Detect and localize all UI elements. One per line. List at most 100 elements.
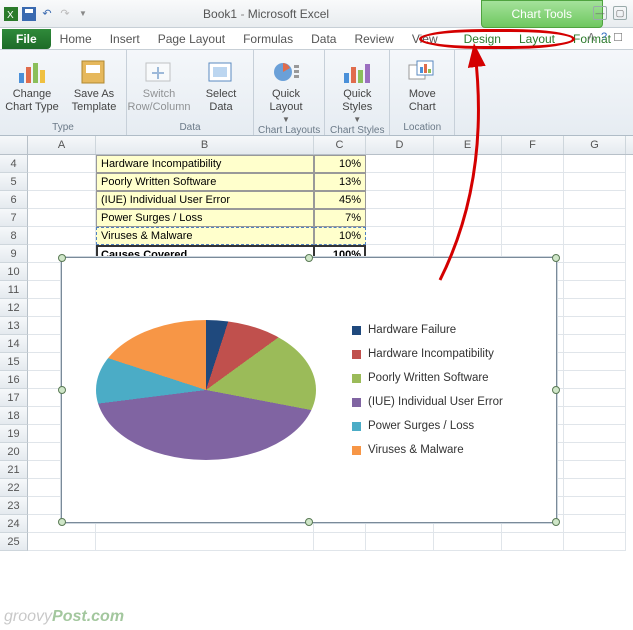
cell[interactable] <box>434 209 502 227</box>
row-header[interactable]: 24 <box>0 515 28 533</box>
cell[interactable] <box>564 497 626 515</box>
tab-home[interactable]: Home <box>51 29 101 49</box>
cell[interactable] <box>564 515 626 533</box>
row-header[interactable]: 6 <box>0 191 28 209</box>
cell[interactable]: 7% <box>314 209 366 227</box>
row-header[interactable]: 7 <box>0 209 28 227</box>
cell[interactable] <box>434 227 502 245</box>
col-header-e[interactable]: E <box>434 136 502 154</box>
row-header[interactable]: 8 <box>0 227 28 245</box>
cell[interactable]: 10% <box>314 155 366 173</box>
col-header-a[interactable]: A <box>28 136 96 154</box>
cell[interactable] <box>28 191 96 209</box>
cell[interactable] <box>564 443 626 461</box>
legend-item[interactable]: Power Surges / Loss <box>352 414 503 438</box>
cell[interactable] <box>564 191 626 209</box>
cell[interactable] <box>96 533 314 551</box>
col-header-d[interactable]: D <box>366 136 434 154</box>
switch-row-column-button[interactable]: Switch Row/Column <box>131 52 187 121</box>
cell[interactable] <box>502 209 564 227</box>
cell[interactable] <box>502 191 564 209</box>
cell[interactable]: Power Surges / Loss <box>96 209 314 227</box>
cell[interactable] <box>564 461 626 479</box>
row-header[interactable]: 22 <box>0 479 28 497</box>
cell[interactable] <box>564 245 626 263</box>
row-header[interactable]: 10 <box>0 263 28 281</box>
cell[interactable] <box>434 173 502 191</box>
cell[interactable] <box>366 227 434 245</box>
cell[interactable] <box>564 425 626 443</box>
tab-layout[interactable]: Layout <box>510 29 564 49</box>
cell[interactable] <box>564 353 626 371</box>
row-header[interactable]: 25 <box>0 533 28 551</box>
chart-legend[interactable]: Hardware FailureHardware Incompatibility… <box>352 318 503 462</box>
cell[interactable]: 45% <box>314 191 366 209</box>
cell[interactable] <box>564 155 626 173</box>
row-header[interactable]: 18 <box>0 407 28 425</box>
cell[interactable] <box>28 227 96 245</box>
help-icon[interactable]: ? <box>601 31 607 44</box>
legend-item[interactable]: Poorly Written Software <box>352 366 503 390</box>
row-header[interactable]: 13 <box>0 317 28 335</box>
tab-view[interactable]: View <box>403 29 447 49</box>
quick-layout-button[interactable]: Quick Layout ▼ <box>258 52 314 124</box>
row-header[interactable]: 9 <box>0 245 28 263</box>
row-header[interactable]: 11 <box>0 281 28 299</box>
cell[interactable] <box>564 407 626 425</box>
cell[interactable] <box>314 533 366 551</box>
cell[interactable] <box>564 209 626 227</box>
row-header[interactable]: 14 <box>0 335 28 353</box>
qat-dropdown-icon[interactable]: ▼ <box>76 7 90 21</box>
col-header-b[interactable]: B <box>96 136 314 154</box>
tab-insert[interactable]: Insert <box>101 29 149 49</box>
cell[interactable] <box>28 533 96 551</box>
cell[interactable]: 13% <box>314 173 366 191</box>
cell[interactable]: Viruses & Malware <box>96 227 314 245</box>
cell[interactable]: Poorly Written Software <box>96 173 314 191</box>
undo-icon[interactable]: ↶ <box>40 7 54 21</box>
restore-button[interactable]: ▢ <box>613 6 627 20</box>
cell[interactable] <box>502 173 564 191</box>
tab-data[interactable]: Data <box>302 29 345 49</box>
legend-item[interactable]: Hardware Incompatibility <box>352 342 503 366</box>
cell[interactable] <box>434 155 502 173</box>
row-header[interactable]: 19 <box>0 425 28 443</box>
row-header[interactable]: 16 <box>0 371 28 389</box>
cell[interactable] <box>564 281 626 299</box>
select-all-corner[interactable] <box>0 136 28 154</box>
row-header[interactable]: 4 <box>0 155 28 173</box>
legend-item[interactable]: Viruses & Malware <box>352 438 503 462</box>
window-close-icon[interactable]: ☐ <box>613 31 623 44</box>
cell[interactable] <box>564 335 626 353</box>
pie-chart[interactable] <box>76 290 346 490</box>
quick-styles-button[interactable]: Quick Styles ▼ <box>329 52 385 124</box>
cell[interactable] <box>28 155 96 173</box>
row-header[interactable]: 15 <box>0 353 28 371</box>
tab-page-layout[interactable]: Page Layout <box>149 29 234 49</box>
cell[interactable] <box>366 533 434 551</box>
select-data-button[interactable]: Select Data <box>193 52 249 121</box>
cell[interactable] <box>564 317 626 335</box>
cell[interactable] <box>434 191 502 209</box>
save-as-template-button[interactable]: Save As Template <box>66 52 122 121</box>
cell[interactable] <box>564 263 626 281</box>
cell[interactable] <box>434 533 502 551</box>
tab-file[interactable]: File <box>2 29 51 49</box>
cell[interactable] <box>28 209 96 227</box>
row-header[interactable]: 17 <box>0 389 28 407</box>
tab-review[interactable]: Review <box>345 29 402 49</box>
change-chart-type-button[interactable]: Change Chart Type <box>4 52 60 121</box>
move-chart-button[interactable]: Move Chart <box>394 52 450 121</box>
cell[interactable] <box>366 155 434 173</box>
row-header[interactable]: 12 <box>0 299 28 317</box>
cell[interactable] <box>366 173 434 191</box>
cell[interactable] <box>502 227 564 245</box>
cell[interactable]: Hardware Incompatibility <box>96 155 314 173</box>
cell[interactable] <box>564 479 626 497</box>
cell[interactable] <box>564 371 626 389</box>
cell[interactable] <box>366 191 434 209</box>
cell[interactable] <box>502 533 564 551</box>
tab-design[interactable]: Design <box>455 29 510 49</box>
worksheet[interactable]: A B C D E F G 4Hardware Incompatibility1… <box>0 136 633 551</box>
cell[interactable] <box>564 389 626 407</box>
